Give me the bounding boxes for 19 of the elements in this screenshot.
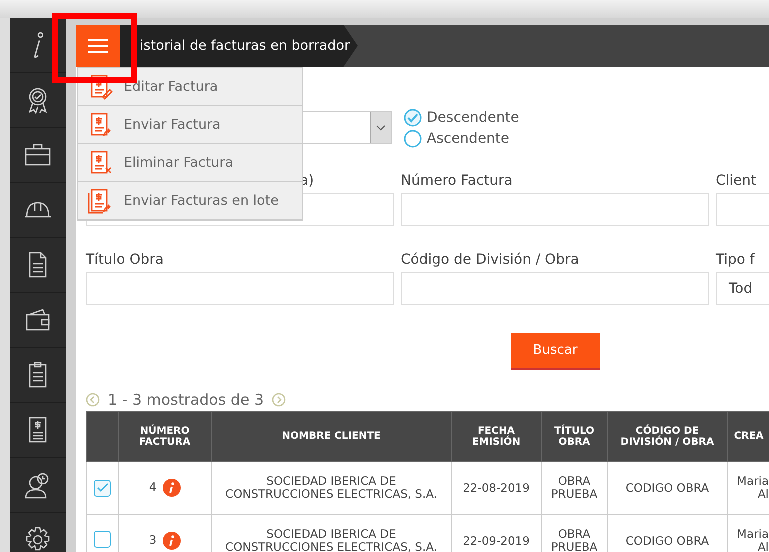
field-label: Client xyxy=(716,173,758,191)
column-header: FECHA EMISIÓN xyxy=(452,412,542,462)
field-label: Tipo f xyxy=(716,252,756,270)
field-label: Código de División / Obra xyxy=(401,252,580,270)
column-header: NOMBRE CLIENTE xyxy=(212,412,452,462)
column-header: CÓDIGO DE DIVISIÓN / OBRA xyxy=(608,412,728,462)
page-title: istorial de facturas en borrador xyxy=(140,38,350,54)
column-header: NÚMERO FACTURA xyxy=(118,412,212,462)
pagination-text: 1 - 3 mostrados de 3 xyxy=(108,391,264,409)
table-cell: CODIGO OBRA xyxy=(608,462,728,514)
table-cell: 4 xyxy=(149,480,157,494)
column-header: TÍTULO OBRA xyxy=(542,412,608,462)
table-cell: 22-08-2019 xyxy=(452,462,542,514)
column-header: CREA xyxy=(728,412,769,462)
table-cell: 3 xyxy=(149,533,157,548)
field-label: Número Factura xyxy=(401,173,514,191)
field-label: Título Obra xyxy=(86,252,165,270)
table-cell: OBRA PRUEBA xyxy=(542,462,608,514)
table-cell: SOCIEDAD IBERICA DE CONSTRUCCIONES ELECTRICAS, S.A. xyxy=(212,462,452,514)
